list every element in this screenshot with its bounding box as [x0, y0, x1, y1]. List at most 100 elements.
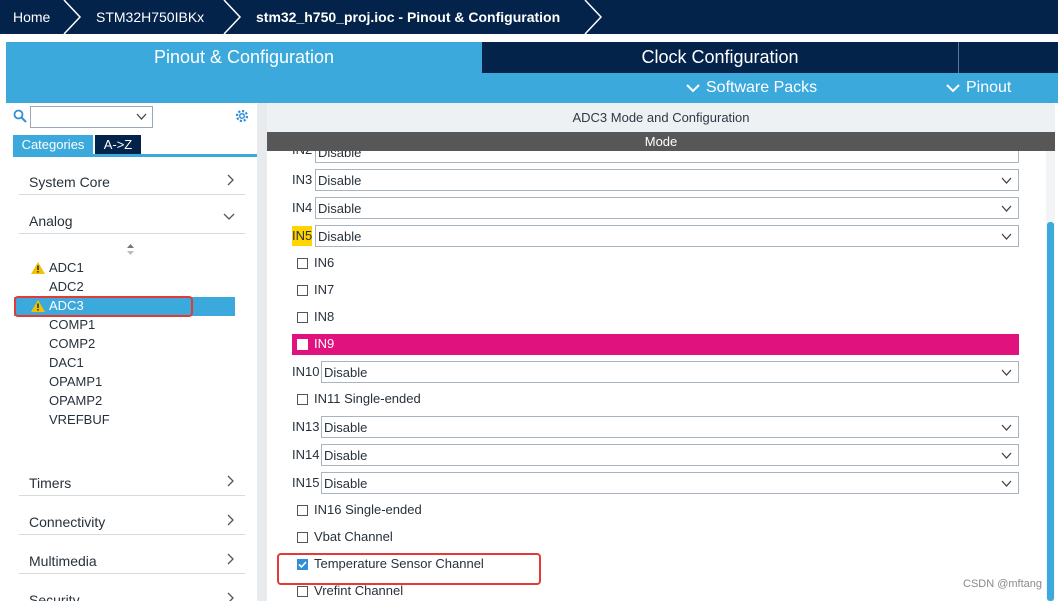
channel-checkbox[interactable]: [297, 586, 308, 597]
category-label: Analog: [29, 213, 73, 229]
channel-checkbox[interactable]: [297, 339, 308, 350]
pinout-menu[interactable]: Pinout: [946, 73, 1011, 103]
breadcrumb-project[interactable]: stm32_h750_proj.ioc - Pinout & Configura…: [256, 0, 560, 34]
breadcrumb-device[interactable]: STM32H750IBKx: [96, 0, 204, 34]
chevron-down-icon: [946, 84, 960, 93]
left-panel: Categories A->Z System Core Analog ADC1 …: [6, 103, 257, 601]
chevron-right-icon: [227, 553, 234, 565]
category-label: Timers: [29, 475, 72, 491]
software-packs-label: Software Packs: [706, 79, 818, 96]
tab-categories[interactable]: Categories: [13, 135, 93, 154]
main-tabs: Pinout & Configuration Clock Configurati…: [6, 42, 1058, 73]
peripheral-dac1[interactable]: DAC1: [49, 354, 84, 372]
search-input[interactable]: [30, 106, 153, 128]
chevron-right-icon: [227, 514, 234, 526]
search-icon[interactable]: [13, 109, 27, 123]
tab-a-z[interactable]: A->Z: [95, 135, 141, 154]
pinout-menu-label: Pinout: [966, 79, 1012, 96]
chevron-down-icon: [1001, 177, 1012, 184]
peripheral-adc2[interactable]: ADC2: [49, 278, 84, 296]
breadcrumb-home[interactable]: Home: [13, 0, 50, 34]
chevron-right-icon: [227, 174, 234, 186]
channel-select[interactable]: Disable: [315, 169, 1019, 191]
category-label: Security: [29, 592, 80, 601]
select-value: Disable: [324, 365, 368, 380]
peripheral-opamp2[interactable]: OPAMP2: [49, 392, 102, 410]
category-system-core[interactable]: System Core: [19, 165, 245, 195]
breadcrumb-separator-icon: [223, 0, 242, 34]
chevron-right-icon: [227, 592, 234, 601]
breadcrumb: Home STM32H750IBKx stm32_h750_proj.ioc -…: [0, 0, 1058, 34]
chevron-down-icon: [136, 113, 147, 120]
chevron-down-icon: [1001, 205, 1012, 212]
checkbox-label: IN7: [314, 282, 335, 297]
select-value: Disable: [324, 420, 368, 435]
checkbox-label: IN8: [314, 309, 335, 324]
channel-select[interactable]: Disable: [321, 444, 1019, 466]
category-label: Connectivity: [29, 514, 106, 530]
channel-label: IN14: [292, 447, 320, 462]
tab-extra[interactable]: [958, 42, 1058, 73]
watermark: CSDN @mftang: [963, 578, 1043, 590]
peripheral-comp1[interactable]: COMP1: [49, 316, 95, 334]
gear-icon[interactable]: [234, 108, 250, 124]
sort-icon[interactable]: [126, 243, 135, 256]
chevron-down-icon: [1001, 452, 1012, 459]
channel-label: IN5: [292, 226, 313, 246]
select-value: Disable: [318, 229, 362, 244]
scrollbar-thumb[interactable]: [1047, 222, 1054, 601]
peripheral-comp2[interactable]: COMP2: [49, 335, 95, 353]
select-value: Disable: [318, 173, 362, 188]
select-value: Disable: [324, 476, 368, 491]
channel-label: IN10: [292, 364, 320, 379]
select-value: Disable: [324, 448, 368, 463]
category-connectivity[interactable]: Connectivity: [19, 505, 245, 535]
peripheral-opamp1[interactable]: OPAMP1: [49, 373, 102, 391]
checkbox-label: IN9: [314, 336, 335, 351]
chevron-down-icon: [1001, 233, 1012, 240]
channel-select[interactable]: Disable: [321, 416, 1019, 438]
chevron-right-icon: [227, 475, 234, 487]
channel-checkbox[interactable]: [297, 394, 308, 405]
chevron-down-icon: [1001, 424, 1012, 431]
chevron-down-icon: [1001, 369, 1012, 376]
chevron-down-icon: [223, 213, 235, 220]
channel-checkbox[interactable]: [297, 258, 308, 269]
channel-select[interactable]: Disable: [321, 361, 1019, 383]
tab-pinout-configuration[interactable]: Pinout & Configuration: [6, 42, 482, 73]
channel-label: IN15: [292, 475, 320, 490]
channel-select[interactable]: Disable: [315, 197, 1019, 219]
panel-divider[interactable]: [257, 103, 267, 601]
sub-toolbar: Software Packs Pinout: [6, 73, 1058, 103]
mode-header: Mode: [267, 132, 1055, 151]
software-packs-menu[interactable]: Software Packs: [686, 73, 817, 103]
category-security[interactable]: Security: [19, 583, 245, 601]
breadcrumb-separator-icon: [63, 0, 82, 34]
channel-select[interactable]: Disable: [315, 151, 1019, 163]
annotation-box: [14, 296, 193, 317]
channel-checkbox[interactable]: [297, 312, 308, 323]
checkbox-label: Vrefint Channel: [314, 583, 404, 598]
channel-checkbox[interactable]: [297, 285, 308, 296]
channel-checkbox[interactable]: [297, 505, 308, 516]
checkbox-label: IN11 Single-ended: [314, 391, 421, 406]
category-label: Multimedia: [29, 553, 97, 569]
chevron-down-icon: [686, 84, 700, 93]
channel-checkbox[interactable]: [297, 532, 308, 543]
breadcrumb-separator-icon: [584, 0, 603, 34]
checkbox-label: IN16 Single-ended: [314, 502, 422, 517]
category-analog[interactable]: Analog: [19, 204, 245, 234]
tab-clock-configuration[interactable]: Clock Configuration: [482, 42, 958, 73]
panel-title: ADC3 Mode and Configuration: [267, 103, 1055, 132]
checkbox-label: Vbat Channel: [314, 529, 393, 544]
channel-select[interactable]: Disable: [321, 472, 1019, 494]
channel-label: IN2: [292, 151, 312, 160]
highlighted-row: [292, 334, 1019, 355]
peripheral-adc1[interactable]: ADC1: [49, 259, 84, 277]
channel-select[interactable]: Disable: [315, 225, 1019, 247]
category-multimedia[interactable]: Multimedia: [19, 544, 245, 574]
category-timers[interactable]: Timers: [19, 466, 245, 496]
select-value: Disable: [318, 201, 362, 216]
checkbox-label: IN6: [314, 255, 335, 270]
peripheral-vrefbuf[interactable]: VREFBUF: [49, 411, 110, 429]
